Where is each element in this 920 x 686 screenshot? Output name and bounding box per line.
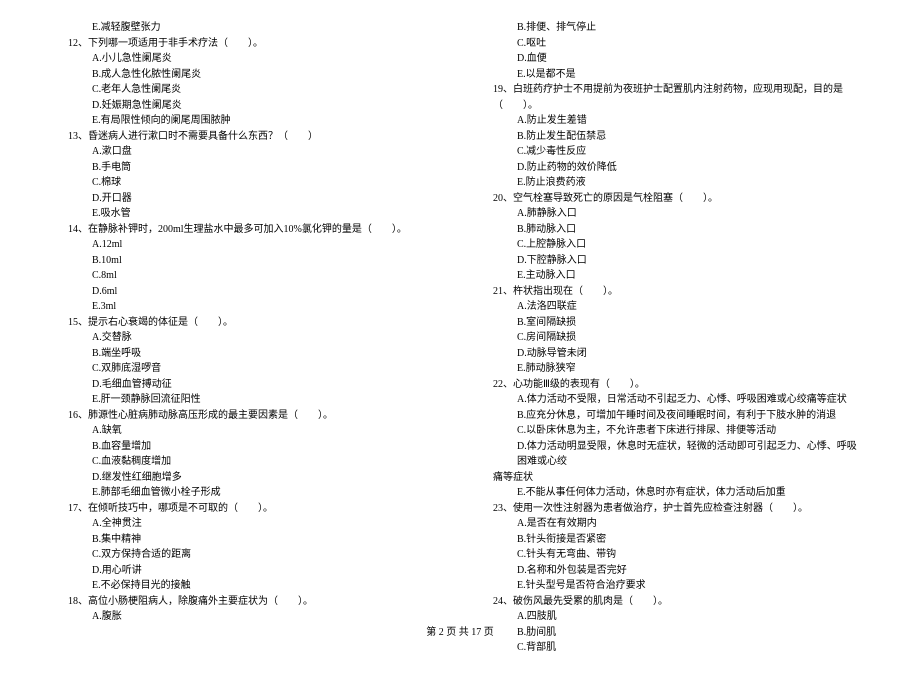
answer-option: B.手电筒 xyxy=(60,160,435,176)
page-container: E.减轻腹壁张力12、下列哪一项适用于非手术疗法（ ）。A.小儿急性阑尾炎B.成… xyxy=(0,0,920,686)
question-text: 24、破伤风最先受累的肌肉是（ ）。 xyxy=(485,594,860,610)
answer-option: E.减轻腹壁张力 xyxy=(60,20,435,36)
answer-option: C.8ml xyxy=(60,268,435,284)
answer-option: E.有局限性倾向的阑尾周围脓肿 xyxy=(60,113,435,129)
question-text: 23、使用一次性注射器为患者做治疗，护士首先应检查注射器（ ）。 xyxy=(485,501,860,517)
answer-option: E.防止浪费药液 xyxy=(485,175,860,191)
answer-option: D.体力活动明显受限，休息时无症状，轻微的活动即可引起乏力、心悸、呼吸困难或心绞 xyxy=(485,439,860,470)
answer-option: B.排便、排气停止 xyxy=(485,20,860,36)
answer-option: A.防止发生差错 xyxy=(485,113,860,129)
answer-option: A.交替脉 xyxy=(60,330,435,346)
answer-option: D.开口器 xyxy=(60,191,435,207)
answer-option: C.双肺底湿啰音 xyxy=(60,361,435,377)
page-footer: 第 2 页 共 17 页 xyxy=(0,623,920,638)
text-continuation: 痛等症状 xyxy=(485,470,860,486)
answer-option: D.6ml xyxy=(60,284,435,300)
answer-option: B.应充分休息，可增加午睡时间及夜间睡眠时间，有利于下肢水肿的消退 xyxy=(485,408,860,424)
answer-option: C.血液黏稠度增加 xyxy=(60,454,435,470)
answer-option: E.以是都不是 xyxy=(485,67,860,83)
answer-option: A.是否在有效期内 xyxy=(485,516,860,532)
answer-option: C.以卧床休息为主，不允许患者下床进行排尿、排便等活动 xyxy=(485,423,860,439)
answer-option: D.继发性红细胞增多 xyxy=(60,470,435,486)
answer-option: A.漱口盘 xyxy=(60,144,435,160)
answer-option: B.室间隔缺损 xyxy=(485,315,860,331)
answer-option: C.房间隔缺损 xyxy=(485,330,860,346)
answer-option: C.背部肌 xyxy=(485,640,860,656)
question-text: 17、在倾听技巧中，哪项是不可取的（ ）。 xyxy=(60,501,435,517)
answer-option: D.防止药物的效价降低 xyxy=(485,160,860,176)
answer-option: D.毛细血管搏动征 xyxy=(60,377,435,393)
answer-option: E.主动脉入口 xyxy=(485,268,860,284)
answer-option: E.不必保持目光的接触 xyxy=(60,578,435,594)
left-column: E.减轻腹壁张力12、下列哪一项适用于非手术疗法（ ）。A.小儿急性阑尾炎B.成… xyxy=(60,20,435,656)
question-text: 22、心功能Ⅲ级的表现有（ ）。 xyxy=(485,377,860,393)
question-text: 14、在静脉补钾时，200ml生理盐水中最多可加入10%氯化钾的量是（ ）。 xyxy=(60,222,435,238)
question-text: 13、昏迷病人进行漱口时不需要具备什么东西？（ ） xyxy=(60,129,435,145)
answer-option: D.用心听讲 xyxy=(60,563,435,579)
answer-option: B.成人急性化脓性阑尾炎 xyxy=(60,67,435,83)
question-text: 12、下列哪一项适用于非手术疗法（ ）。 xyxy=(60,36,435,52)
answer-option: C.针头有无弯曲、带钩 xyxy=(485,547,860,563)
question-text: 21、杵状指出现在（ ）。 xyxy=(485,284,860,300)
answer-option: C.棉球 xyxy=(60,175,435,191)
answer-option: E.肝一颈静脉回流征阳性 xyxy=(60,392,435,408)
answer-option: C.双方保持合适的距离 xyxy=(60,547,435,563)
question-text: 20、空气栓塞导致死亡的原因是气栓阻塞（ ）。 xyxy=(485,191,860,207)
right-column: B.排便、排气停止C.呕吐D.血便E.以是都不是19、白班药疗护士不用提前为夜班… xyxy=(485,20,860,656)
answer-option: B.端坐呼吸 xyxy=(60,346,435,362)
answer-option: C.减少毒性反应 xyxy=(485,144,860,160)
question-text: 19、白班药疗护士不用提前为夜班护士配置肌内注射药物，应现用现配，目的是（ ）。 xyxy=(485,82,860,113)
answer-option: B.针头衔接是否紧密 xyxy=(485,532,860,548)
answer-option: D.血便 xyxy=(485,51,860,67)
answer-option: E.不能从事任何体力活动，休息时亦有症状，体力活动后加重 xyxy=(485,485,860,501)
answer-option: D.名称和外包装是否完好 xyxy=(485,563,860,579)
answer-option: E.肺部毛细血管微小栓子形成 xyxy=(60,485,435,501)
answer-option: E.3ml xyxy=(60,299,435,315)
answer-option: A.小儿急性阑尾炎 xyxy=(60,51,435,67)
answer-option: E.吸水管 xyxy=(60,206,435,222)
answer-option: A.肺静脉入口 xyxy=(485,206,860,222)
answer-option: A.12ml xyxy=(60,237,435,253)
question-text: 15、提示右心衰竭的体征是（ ）。 xyxy=(60,315,435,331)
answer-option: B.10ml xyxy=(60,253,435,269)
answer-option: B.血容量增加 xyxy=(60,439,435,455)
answer-option: B.防止发生配伍禁忌 xyxy=(485,129,860,145)
answer-option: A.法洛四联症 xyxy=(485,299,860,315)
answer-option: C.上腔静脉入口 xyxy=(485,237,860,253)
answer-option: B.肺动脉入口 xyxy=(485,222,860,238)
answer-option: E.针头型号是否符合治疗要求 xyxy=(485,578,860,594)
question-text: 16、肺源性心脏病肺动脉高压形成的最主要因素是（ ）。 xyxy=(60,408,435,424)
answer-option: D.动脉导管未闭 xyxy=(485,346,860,362)
answer-option: A.缺氧 xyxy=(60,423,435,439)
answer-option: D.妊娠期急性阑尾炎 xyxy=(60,98,435,114)
answer-option: C.呕吐 xyxy=(485,36,860,52)
answer-option: C.老年人急性阑尾炎 xyxy=(60,82,435,98)
answer-option: E.肺动脉狭窄 xyxy=(485,361,860,377)
answer-option: A.全神贯注 xyxy=(60,516,435,532)
question-text: 18、高位小肠梗阻病人，除腹痛外主要症状为（ ）。 xyxy=(60,594,435,610)
answer-option: A.体力活动不受限，日常活动不引起乏力、心悸、呼吸困难或心绞痛等症状 xyxy=(485,392,860,408)
answer-option: B.集中精神 xyxy=(60,532,435,548)
answer-option: D.下腔静脉入口 xyxy=(485,253,860,269)
